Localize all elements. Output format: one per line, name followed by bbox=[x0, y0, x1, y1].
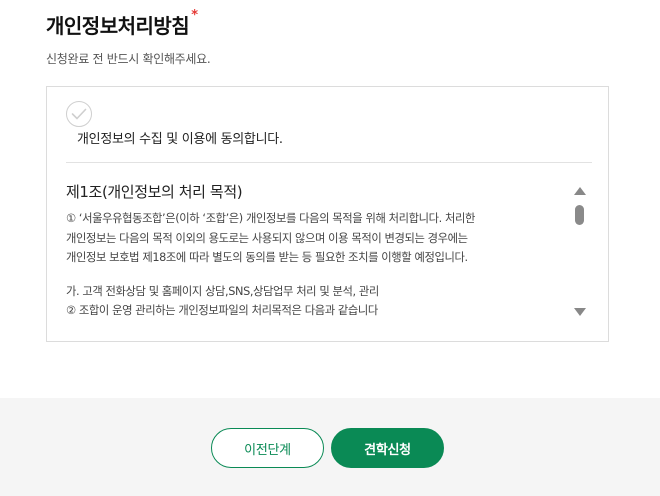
scroll-thumb[interactable] bbox=[575, 205, 584, 225]
terms-line: ② 조합이 운영 관리하는 개인정보파일의 처리목적은 다음과 같습니다 bbox=[66, 304, 378, 317]
scroll-up-arrow-icon[interactable] bbox=[574, 187, 586, 195]
page-title-text: 개인정보처리방침 bbox=[46, 14, 190, 38]
terms-heading: 제1조(개인정보의 처리 목적) bbox=[66, 183, 243, 201]
required-mark: * bbox=[191, 8, 198, 23]
terms-line: ① ‘서울우유협동조합’은(이하 ‘조합’은) 개인정보를 다음의 목적을 위해… bbox=[66, 212, 475, 225]
page-subtitle: 신청완료 전 반드시 확인해주세요. bbox=[46, 52, 211, 66]
terms-line: 개인정보 보호법 제18조에 따라 별도의 동의를 받는 등 필요한 조치를 이… bbox=[66, 251, 468, 264]
prev-step-button[interactable]: 이전단계 bbox=[211, 428, 324, 468]
action-footer: 이전단계 견학신청 bbox=[0, 398, 660, 496]
page-title: 개인정보처리방침 * bbox=[46, 8, 198, 39]
privacy-policy-box: 개인정보의 수집 및 이용에 동의합니다. 제1조(개인정보의 처리 목적) ①… bbox=[46, 86, 609, 342]
submit-tour-button[interactable]: 견학신청 bbox=[331, 428, 444, 468]
check-icon bbox=[71, 108, 87, 120]
scroll-down-arrow-icon[interactable] bbox=[574, 308, 586, 316]
agree-label[interactable]: 개인정보의 수집 및 이용에 동의합니다. bbox=[77, 128, 283, 147]
terms-line: 가. 고객 전화상담 및 홈페이지 상담,SNS,상담업무 처리 및 분석, 관… bbox=[66, 284, 379, 298]
terms-line: 개인정보는 다음의 목적 이외의 용도로는 사용되지 않으며 이용 목적이 변경… bbox=[66, 231, 468, 245]
terms-content: 제1조(개인정보의 처리 목적) ① ‘서울우유협동조합’은(이하 ‘조합’은)… bbox=[66, 181, 566, 323]
terms-scrollbar[interactable] bbox=[573, 187, 587, 319]
agree-checkbox[interactable] bbox=[66, 101, 92, 127]
divider bbox=[66, 162, 592, 163]
